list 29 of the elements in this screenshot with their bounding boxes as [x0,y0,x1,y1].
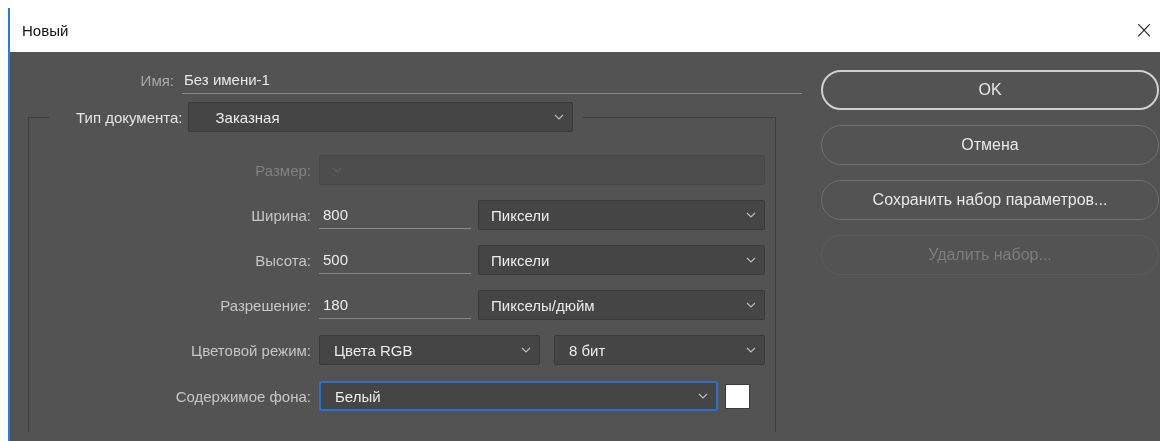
unit-dropdown[interactable]: Пиксели [478,200,765,230]
close-button[interactable]: × [1127,18,1160,42]
color-mode-dropdown[interactable]: Цвета RGB [319,335,540,365]
chevron-down-icon [746,347,756,353]
color-swatch[interactable] [725,383,750,409]
number-field[interactable]: 800 [319,201,471,229]
chevron-down-icon [746,257,756,263]
number-field[interactable]: 500 [319,246,471,274]
field-label: Ширина: [250,206,312,224]
chevron-down-icon [746,302,756,308]
unit-dropdown[interactable]: Пиксели [478,245,765,275]
document-type-label: Тип документа: [75,108,184,126]
document-type-dropdown[interactable]: Заказная [188,102,574,132]
dialog-button[interactable]: OK [821,70,1159,110]
name-field[interactable]: Без имени-1 [182,66,802,94]
bit-depth-dropdown[interactable]: 8 бит [554,335,765,365]
field-label: Цветовой режим: [190,341,312,359]
background-dropdown[interactable]: Белый [319,381,718,411]
number-field[interactable]: 180 [319,291,471,319]
unit-dropdown[interactable]: Пикселы/дюйм [478,290,765,320]
window-title: Новый [22,21,69,39]
chevron-down-icon [746,212,756,218]
chevron-down-icon [698,393,708,399]
field-label: Высота: [254,251,312,269]
name-label: Имя: [139,71,175,89]
field-label: Разрешение: [219,296,312,314]
chevron-down-icon [521,347,531,353]
field-label: Содержимое фона: [174,387,312,405]
chevron-down-icon [554,114,565,120]
